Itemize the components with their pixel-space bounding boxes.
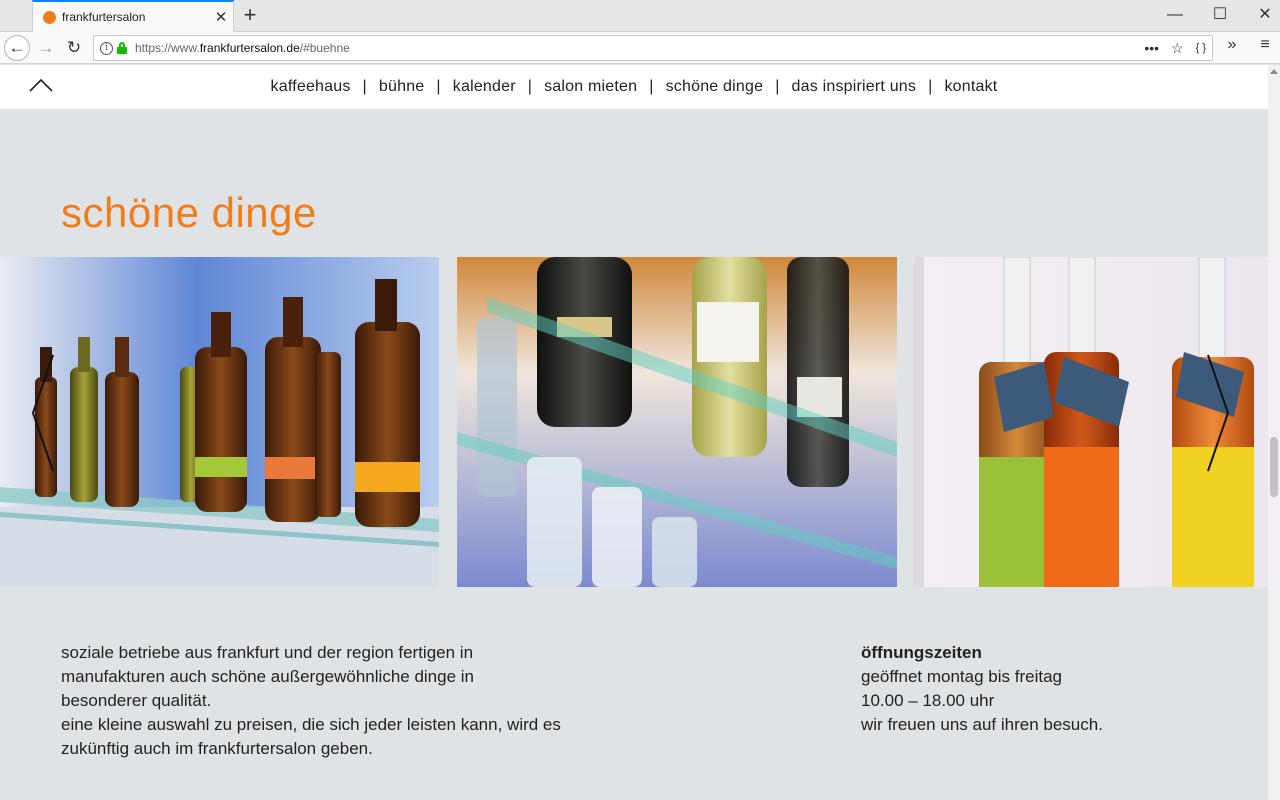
menu-item[interactable]: schöne dinge bbox=[666, 78, 764, 96]
hamburger-menu-icon[interactable]: ≡ bbox=[1254, 36, 1276, 54]
image-gallery bbox=[0, 257, 1268, 587]
menu-separator: | bbox=[527, 78, 533, 95]
main-menu: kaffeehaus | bühne | kalender | salon mieten | s… bbox=[0, 65, 1268, 109]
gallery-photo-bottles-shelf bbox=[0, 257, 439, 587]
page-actions-icon[interactable]: ••• bbox=[1144, 40, 1159, 56]
menu-item[interactable]: kalender bbox=[453, 78, 516, 96]
toolbar-overflow-icon[interactable]: » bbox=[1222, 36, 1242, 54]
menu-separator: | bbox=[362, 78, 367, 95]
gallery-previous-arrow-icon[interactable] bbox=[28, 353, 58, 473]
menu-separator: | bbox=[928, 78, 933, 95]
forward-arrow-icon[interactable]: → bbox=[33, 35, 59, 61]
secure-lock-icon bbox=[117, 42, 127, 54]
minimize-window-button[interactable]: — bbox=[1160, 4, 1190, 26]
opening-hours-time: 10.00 – 18.00 uhr bbox=[861, 691, 995, 710]
menu-separator: | bbox=[436, 78, 441, 95]
description-line: eine kleine auswahl zu preisen, die sich… bbox=[61, 715, 561, 734]
web-page: kaffeehaus | bühne | kalender | salon mieten | s… bbox=[0, 65, 1268, 800]
menu-item[interactable]: kontakt bbox=[944, 78, 997, 96]
browser-nav-bar: ← → ↻ i https://www.frankfurtersalon.de/… bbox=[0, 32, 1280, 64]
new-tab-button[interactable]: + bbox=[240, 3, 260, 27]
reader-view-icon[interactable]: { } bbox=[1196, 42, 1206, 54]
opening-hours-note: wir freuen uns auf ihren besuch. bbox=[861, 715, 1103, 734]
opening-hours-title: öffnungszeiten bbox=[861, 643, 982, 662]
scroll-up-arrow-icon[interactable] bbox=[1270, 69, 1278, 74]
close-window-button[interactable]: ✕ bbox=[1250, 4, 1280, 26]
site-info-icon[interactable]: i bbox=[100, 41, 113, 55]
scrollbar-thumb[interactable] bbox=[1270, 437, 1278, 497]
reload-icon[interactable]: ↻ bbox=[61, 35, 87, 61]
maximize-window-button[interactable]: ☐ bbox=[1205, 4, 1235, 26]
tab-title: frankfurtersalon bbox=[62, 10, 146, 24]
menu-separator: | bbox=[775, 78, 780, 95]
description-text: soziale betriebe aus frankfurt und der r… bbox=[61, 641, 661, 761]
description-line: soziale betriebe aus frankfurt und der r… bbox=[61, 643, 474, 662]
menu-item[interactable]: kaffeehaus bbox=[271, 78, 351, 96]
site-favicon-icon bbox=[43, 10, 56, 24]
menu-item[interactable]: bühne bbox=[379, 78, 425, 96]
browser-tab[interactable]: frankfurtersalon ✕ bbox=[32, 0, 234, 32]
gallery-next-arrow-icon[interactable] bbox=[1203, 353, 1233, 473]
opening-hours-days: geöffnet montag bis freitag bbox=[861, 667, 1062, 686]
page-scrollbar[interactable] bbox=[1268, 65, 1280, 800]
gallery-photo-wine-glasses bbox=[457, 257, 897, 587]
url-bar[interactable]: i https://www.frankfurtersalon.de/#buehn… bbox=[93, 35, 1213, 61]
menu-item[interactable]: das inspiriert uns bbox=[792, 78, 917, 96]
tab-close-icon[interactable]: ✕ bbox=[209, 8, 233, 26]
description-line: zukünftig auch im frankfurtersalon geben… bbox=[61, 739, 373, 758]
description-line: besonderer qualität. bbox=[61, 691, 212, 710]
description-line: manufakturen auch schöne außergewöhnlich… bbox=[61, 667, 474, 686]
site-navigation: kaffeehaus | bühne | kalender | salon mieten | s… bbox=[0, 65, 1268, 109]
back-arrow-icon[interactable]: ← bbox=[4, 35, 30, 61]
menu-item[interactable]: salon mieten bbox=[544, 78, 637, 96]
browser-tab-bar: frankfurtersalon ✕ + — ☐ ✕ bbox=[0, 0, 1280, 32]
opening-hours: öffnungszeiten geöffnet montag bis freit… bbox=[861, 641, 1241, 737]
menu-separator: | bbox=[649, 78, 654, 95]
page-heading: schöne dinge bbox=[61, 189, 317, 236]
bookmark-star-icon[interactable]: ☆ bbox=[1171, 40, 1184, 57]
url-text[interactable]: https://www.frankfurtersalon.de/#buehne bbox=[135, 41, 350, 55]
